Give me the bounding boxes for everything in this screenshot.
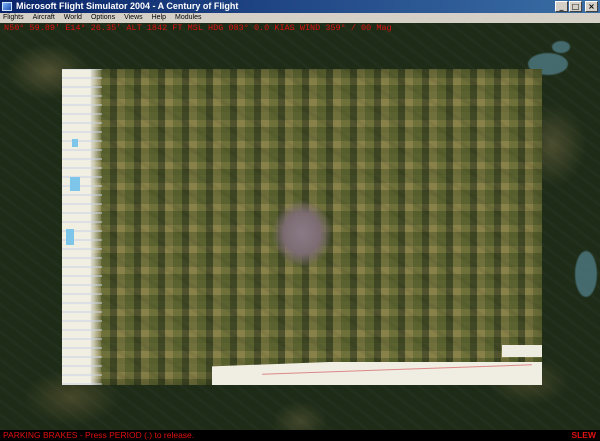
flight-sim-window: Microsoft Flight Simulator 2004 - A Cent… <box>0 0 600 441</box>
title-bar[interactable]: Microsoft Flight Simulator 2004 - A Cent… <box>0 0 600 13</box>
message-bar: PARKING BRAKES - Press PERIOD (.) to rel… <box>0 430 600 441</box>
map-overlay-strip <box>62 69 102 385</box>
scenery-view[interactable] <box>0 23 600 430</box>
menu-modules[interactable]: Modules <box>175 13 201 23</box>
lake <box>575 251 597 297</box>
maximize-button[interactable]: □ <box>569 1 582 12</box>
lake <box>552 41 570 53</box>
minimize-button[interactable]: _ <box>555 1 568 12</box>
parking-brakes-message: PARKING BRAKES - Press PERIOD (.) to rel… <box>3 430 195 440</box>
menu-world[interactable]: World <box>64 13 82 23</box>
menu-aircraft[interactable]: Aircraft <box>33 13 55 23</box>
position-status-readout: N50° 59.89' E14° 26.35' ALT 1842 FT MSL … <box>4 23 392 33</box>
window-title: Microsoft Flight Simulator 2004 - A Cent… <box>16 1 239 11</box>
menu-flights[interactable]: Flights <box>3 13 24 23</box>
aerial-photo-tile <box>62 69 542 385</box>
menu-views[interactable]: Views <box>124 13 143 23</box>
menu-options[interactable]: Options <box>91 13 115 23</box>
app-icon[interactable] <box>2 2 12 11</box>
menu-bar: Flights Aircraft World Options Views Hel… <box>0 13 600 23</box>
slew-mode-indicator: SLEW <box>571 430 596 440</box>
menu-help[interactable]: Help <box>152 13 166 23</box>
close-button[interactable]: × <box>585 1 598 12</box>
